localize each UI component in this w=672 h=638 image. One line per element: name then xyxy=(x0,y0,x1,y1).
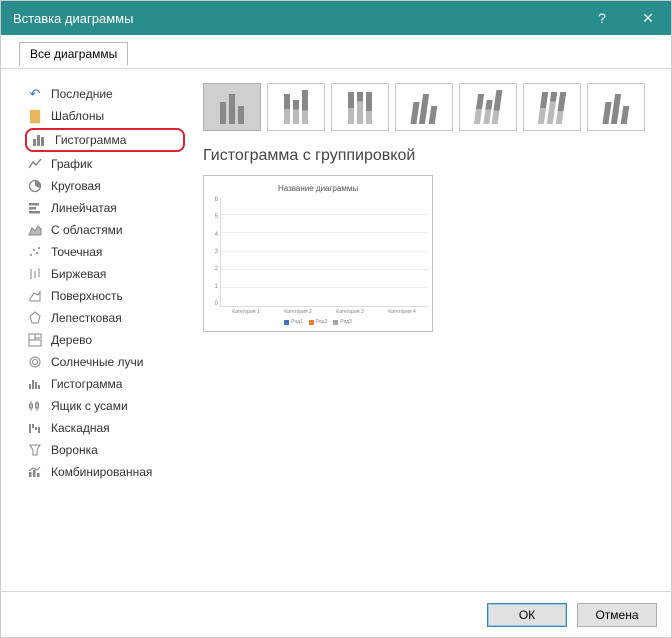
sidebar-item-label: Круговая xyxy=(51,179,101,193)
sidebar-item-label: Гистограмма xyxy=(51,377,122,391)
folder-icon: ▇ xyxy=(27,108,43,124)
sidebar-item-column[interactable]: Гистограмма xyxy=(25,128,185,152)
scatter-chart-icon xyxy=(27,244,43,260)
subtype-stacked-column[interactable] xyxy=(267,83,325,131)
preview-legend: Ряд1Ряд2Ряд3 xyxy=(208,319,428,325)
combo-chart-icon xyxy=(27,464,43,480)
funnel-icon xyxy=(27,442,43,458)
sidebar-item-templates[interactable]: ▇ Шаблоны xyxy=(25,105,185,127)
line-chart-icon xyxy=(27,156,43,172)
sunburst-icon xyxy=(27,354,43,370)
help-button[interactable]: ? xyxy=(579,1,625,35)
preview-plot-area xyxy=(220,197,428,307)
radar-chart-icon xyxy=(27,310,43,326)
subtype-3d-column[interactable] xyxy=(587,83,645,131)
sidebar-item-label: Воронка xyxy=(51,443,98,457)
histogram-icon xyxy=(27,376,43,392)
subtype-100stacked-column[interactable] xyxy=(331,83,389,131)
sidebar-item-bar[interactable]: Линейчатая xyxy=(25,197,185,219)
sidebar-item-label: Солнечные лучи xyxy=(51,355,143,369)
sidebar-item-surface[interactable]: Поверхность xyxy=(25,285,185,307)
sidebar-item-pie[interactable]: Круговая xyxy=(25,175,185,197)
boxwhisker-icon xyxy=(27,398,43,414)
ok-button[interactable]: ОК xyxy=(487,603,567,627)
stock-chart-icon xyxy=(27,266,43,282)
chart-type-list: ↶ Последние ▇ Шаблоны Гистограмма График xyxy=(25,83,185,585)
sidebar-item-label: Последние xyxy=(51,87,113,101)
titlebar: Вставка диаграммы ? ✕ xyxy=(1,1,671,35)
sidebar-item-line[interactable]: График xyxy=(25,153,185,175)
sidebar-item-area[interactable]: С областями xyxy=(25,219,185,241)
preview-xlabels: Категория 1Категория 2Категория 3Категор… xyxy=(220,309,428,315)
tabstrip: Все диаграммы xyxy=(1,35,671,69)
sidebar-item-label: Поверхность xyxy=(51,289,123,303)
sidebar-item-recent[interactable]: ↶ Последние xyxy=(25,83,185,105)
sidebar-item-histogram[interactable]: Гистограмма xyxy=(25,373,185,395)
treemap-icon xyxy=(27,332,43,348)
bar-chart-icon xyxy=(27,200,43,216)
sidebar-item-label: График xyxy=(51,157,92,171)
sidebar-item-label: Ящик с усами xyxy=(51,399,128,413)
preview-title: Название диаграммы xyxy=(208,184,428,193)
area-chart-icon xyxy=(27,222,43,238)
chart-preview[interactable]: Название диаграммы 6543210 Категория 1Ка… xyxy=(203,175,433,332)
sidebar-item-label: Каскадная xyxy=(51,421,110,435)
subtype-3d-clustered-column[interactable] xyxy=(395,83,453,131)
sidebar-item-stock[interactable]: Биржевая xyxy=(25,263,185,285)
cancel-button[interactable]: Отмена xyxy=(577,603,657,627)
sidebar-item-treemap[interactable]: Дерево xyxy=(25,329,185,351)
sidebar-item-combo[interactable]: Комбинированная xyxy=(25,461,185,483)
sidebar-item-label: С областями xyxy=(51,223,123,237)
dialog-footer: ОК Отмена xyxy=(1,591,671,637)
sidebar-item-waterfall[interactable]: Каскадная xyxy=(25,417,185,439)
subtype-clustered-column[interactable] xyxy=(203,83,261,131)
close-button[interactable]: ✕ xyxy=(625,1,671,35)
insert-chart-dialog: Вставка диаграммы ? ✕ Все диаграммы ↶ По… xyxy=(0,0,672,638)
pie-chart-icon xyxy=(27,178,43,194)
sidebar-item-boxwhisker[interactable]: Ящик с усами xyxy=(25,395,185,417)
sidebar-item-label: Дерево xyxy=(51,333,92,347)
window-title: Вставка диаграммы xyxy=(13,11,133,26)
subtype-title: Гистограмма с группировкой xyxy=(203,147,659,165)
sidebar-item-label: Биржевая xyxy=(51,267,106,281)
subtype-thumbs xyxy=(203,83,659,131)
subtype-3d-stacked-column[interactable] xyxy=(459,83,517,131)
preview-yaxis: 6543210 xyxy=(208,197,220,307)
sidebar-item-label: Лепестковая xyxy=(51,311,122,325)
chart-subtype-panel: Гистограмма с группировкой Название диаг… xyxy=(203,83,659,585)
sidebar-item-label: Комбинированная xyxy=(51,465,152,479)
column-chart-icon xyxy=(31,132,47,148)
sidebar-item-sunburst[interactable]: Солнечные лучи xyxy=(25,351,185,373)
sidebar-item-label: Шаблоны xyxy=(51,109,104,123)
sidebar-item-funnel[interactable]: Воронка xyxy=(25,439,185,461)
sidebar-item-radar[interactable]: Лепестковая xyxy=(25,307,185,329)
sidebar-item-scatter[interactable]: Точечная xyxy=(25,241,185,263)
tab-all-charts[interactable]: Все диаграммы xyxy=(19,42,128,66)
sidebar-item-label: Линейчатая xyxy=(51,201,117,215)
waterfall-icon xyxy=(27,420,43,436)
sidebar-item-label: Точечная xyxy=(51,245,102,259)
recent-icon: ↶ xyxy=(27,86,43,102)
surface-chart-icon xyxy=(27,288,43,304)
sidebar-item-label: Гистограмма xyxy=(55,133,126,147)
subtype-3d-100stacked-column[interactable] xyxy=(523,83,581,131)
